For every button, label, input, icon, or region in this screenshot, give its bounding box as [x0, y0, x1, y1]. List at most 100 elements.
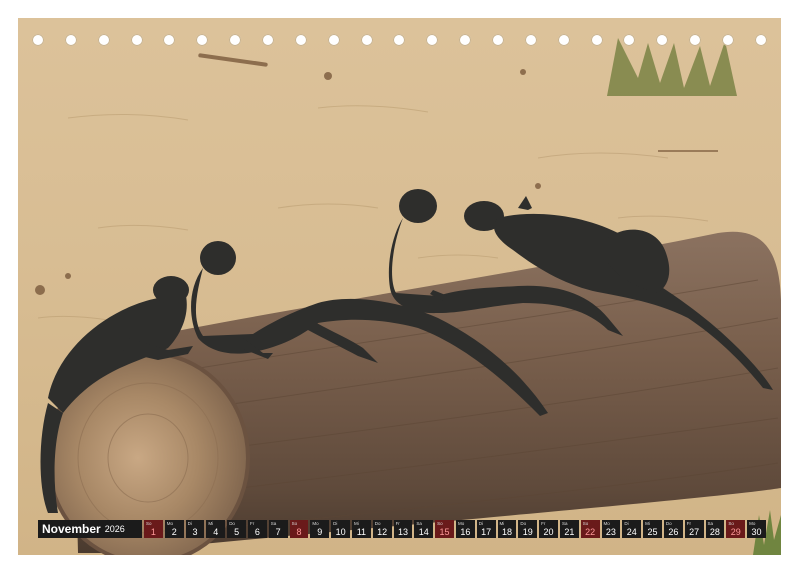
day-cell: Do 26 — [663, 520, 683, 538]
weekday-abbr: Mo — [166, 521, 174, 526]
day-number: 25 — [647, 527, 658, 537]
day-number: 22 — [585, 527, 596, 537]
day-cell: Di 10 — [331, 520, 350, 538]
weekday-abbr: Di — [624, 521, 629, 526]
weekday-abbr: Do — [374, 521, 381, 526]
day-number: 24 — [626, 527, 637, 537]
binding-hole — [590, 34, 603, 46]
binding-hole — [393, 34, 406, 46]
binding-hole — [557, 34, 570, 46]
day-number: 7 — [275, 527, 281, 537]
weekday-abbr: Mo — [457, 521, 465, 526]
day-cell: Sa 21 — [559, 520, 579, 538]
weekday-abbr: Sa — [270, 521, 277, 526]
binding-hole — [196, 34, 209, 46]
weekday-abbr: Mo — [749, 521, 756, 526]
day-cell: Mi 18 — [497, 520, 517, 538]
day-cell: Fr 20 — [539, 520, 558, 538]
day-number: 3 — [192, 527, 198, 537]
day-cell: So 22 — [580, 520, 600, 538]
weekday-abbr: So — [728, 521, 734, 526]
day-cell: Mo 16 — [455, 520, 475, 538]
day-number: 10 — [335, 527, 346, 537]
weekday-abbr: Mi — [645, 521, 650, 526]
binding-hole — [360, 34, 373, 46]
day-number: 6 — [254, 527, 260, 537]
calendar-bar: November 2026 So 1 Mo 2 Di 3 Mi 4 Do 5 Fr 6 Sa 7 So 8 Mo… — [38, 520, 766, 538]
day-number: 27 — [689, 527, 700, 537]
binding-hole — [97, 34, 110, 46]
binding-hole — [163, 34, 176, 46]
day-strip: So 1 Mo 2 Di 3 Mi 4 Do 5 Fr 6 Sa 7 So 8 Mo 9 Di 10 Mi 11 Do 12 F… — [144, 520, 766, 538]
weekday-abbr: Fr — [686, 521, 691, 526]
binding-hole — [623, 34, 636, 46]
day-number: 17 — [481, 527, 492, 537]
weekday-abbr: Do — [229, 521, 235, 526]
day-number: 26 — [668, 527, 679, 537]
year-label: 2026 — [104, 524, 125, 534]
weekday-abbr: So — [291, 521, 298, 526]
weekday-abbr: Do — [665, 521, 672, 526]
binding-hole — [64, 34, 77, 46]
binding-hole — [32, 34, 44, 46]
day-cell: Mi 4 — [206, 520, 226, 538]
day-number: 2 — [171, 527, 177, 537]
weekday-abbr: Mi — [208, 521, 214, 526]
day-number: 23 — [605, 527, 616, 537]
day-cell: Sa 28 — [705, 520, 725, 538]
weekday-abbr: Fr — [395, 521, 400, 526]
day-number: 20 — [543, 527, 554, 537]
day-cell: Di 17 — [476, 520, 496, 538]
day-number: 9 — [317, 527, 323, 537]
weekday-abbr: Fr — [249, 521, 255, 526]
weekday-abbr: So — [582, 521, 589, 526]
binding-holes — [32, 34, 767, 50]
day-cell: So 29 — [726, 520, 746, 538]
binding-hole — [294, 34, 307, 46]
day-number: 16 — [460, 527, 471, 537]
binding-hole — [130, 34, 143, 46]
day-cell: Mi 25 — [643, 520, 662, 538]
day-number: 5 — [234, 527, 240, 537]
weekday-abbr: Sa — [416, 521, 422, 526]
weekday-abbr: So — [146, 521, 152, 526]
day-cell: Do 19 — [518, 520, 538, 538]
binding-hole — [722, 34, 735, 46]
weekday-abbr: So — [437, 521, 443, 526]
day-cell: Do 12 — [372, 520, 392, 538]
weekday-abbr: Di — [187, 521, 192, 526]
weekday-abbr: Mi — [499, 521, 505, 526]
day-cell: So 1 — [144, 520, 163, 538]
day-number: 4 — [213, 527, 219, 537]
day-number: 14 — [418, 527, 429, 537]
weekday-abbr: Sa — [561, 521, 568, 526]
weekday-abbr: Di — [478, 521, 483, 526]
day-cell: Fr 6 — [247, 520, 267, 538]
day-cell: Mo 2 — [164, 520, 184, 538]
weekday-abbr: Mo — [603, 521, 610, 526]
day-cell: Sa 14 — [414, 520, 434, 538]
weekday-abbr: Sa — [707, 521, 714, 526]
weekday-abbr: Do — [520, 521, 527, 526]
binding-hole — [689, 34, 702, 46]
weekday-abbr: Mi — [353, 521, 359, 526]
day-cell: Mo 23 — [601, 520, 621, 538]
day-number: 13 — [397, 527, 408, 537]
day-number: 1 — [150, 527, 156, 537]
weekday-abbr: Di — [333, 521, 338, 526]
day-cell: Fr 27 — [684, 520, 704, 538]
day-cell: Sa 7 — [268, 520, 288, 538]
binding-hole — [492, 34, 505, 46]
weekday-abbr: Mo — [312, 521, 319, 526]
binding-hole — [262, 34, 275, 46]
day-number: 12 — [377, 527, 388, 537]
day-cell: Mi 11 — [351, 520, 371, 538]
binding-hole — [426, 34, 439, 46]
day-cell: So 8 — [289, 520, 309, 538]
iguanas-photo — [35, 38, 781, 555]
day-number: 30 — [751, 527, 762, 537]
binding-hole — [229, 34, 242, 46]
calendar-page: November 2026 So 1 Mo 2 Di 3 Mi 4 Do 5 Fr 6 Sa 7 So 8 Mo… — [18, 18, 781, 555]
day-number: 29 — [730, 527, 741, 537]
binding-hole — [524, 34, 537, 46]
